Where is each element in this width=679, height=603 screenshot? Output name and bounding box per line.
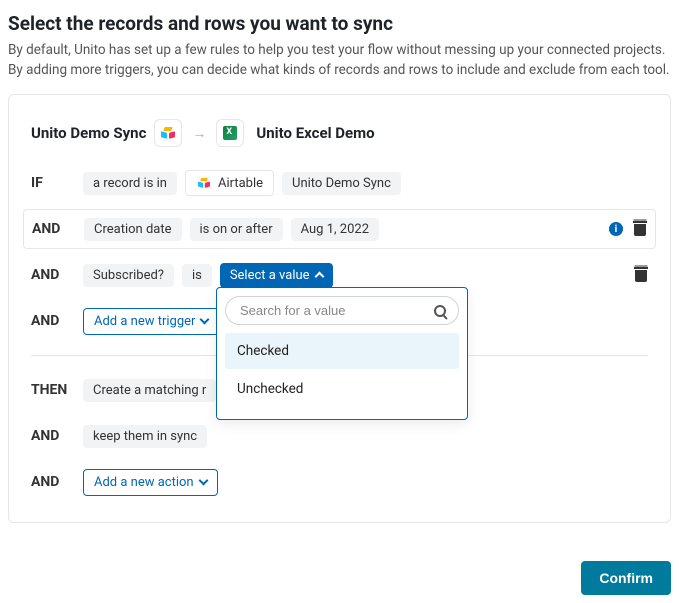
rules-card: Unito Demo Sync → Unito Excel Demo IF a … <box>8 94 671 523</box>
excel-icon <box>216 119 244 147</box>
flow-header: Unito Demo Sync → Unito Excel Demo <box>31 113 648 153</box>
chevron-up-icon <box>314 272 324 282</box>
add-action-label: Add a new action <box>94 475 194 490</box>
trigger-row-creation-date: AND Creation date is on or after Aug 1, … <box>23 209 656 249</box>
search-icon <box>434 305 446 317</box>
chip-tool-label: Airtable <box>218 176 263 191</box>
action-row-sync: AND keep them in sync <box>31 416 648 456</box>
chip-field-subscribed[interactable]: Subscribed? <box>83 264 174 287</box>
chip-record-in[interactable]: a record is in <box>83 172 177 195</box>
chip-field-creation-date[interactable]: Creation date <box>84 218 182 241</box>
option-unchecked[interactable]: Unchecked <box>225 371 459 407</box>
chip-comparator-is[interactable]: is <box>182 264 212 287</box>
footer: Confirm <box>8 561 671 595</box>
trash-icon[interactable] <box>633 221 647 237</box>
add-action-button[interactable]: Add a new action <box>83 469 218 496</box>
trigger-row-if: IF a record is in Airtable Unito Demo Sy… <box>31 163 648 203</box>
airtable-icon <box>197 176 211 190</box>
page-subtitle: By default, Unito has set up a few rules… <box>8 41 671 80</box>
op-and: AND <box>31 267 75 283</box>
op-and: AND <box>32 221 76 237</box>
flow-dest-name: Unito Excel Demo <box>256 124 374 142</box>
op-and: AND <box>31 474 75 490</box>
chip-action-sync[interactable]: keep them in sync <box>83 425 207 448</box>
trash-icon[interactable] <box>634 267 648 283</box>
op-then: THEN <box>31 382 75 398</box>
op-and: AND <box>31 313 75 329</box>
op-if: IF <box>31 175 75 191</box>
search-input[interactable] <box>238 302 434 319</box>
add-trigger-label: Add a new trigger <box>94 314 195 329</box>
chip-tool[interactable]: Airtable <box>185 170 274 196</box>
chip-value-date[interactable]: Aug 1, 2022 <box>291 218 379 241</box>
chevron-down-icon <box>200 315 210 325</box>
select-value-button[interactable]: Select a value <box>220 263 333 288</box>
op-and: AND <box>31 428 75 444</box>
chip-container[interactable]: Unito Demo Sync <box>282 172 401 195</box>
arrow-icon: → <box>190 125 208 142</box>
option-checked[interactable]: Checked <box>225 333 459 369</box>
chip-comparator-on-after[interactable]: is on or after <box>190 218 283 241</box>
search-box[interactable] <box>225 296 459 325</box>
value-dropdown: Checked Unchecked <box>216 287 468 420</box>
flow-source-name: Unito Demo Sync <box>31 124 146 142</box>
select-value-label: Select a value <box>230 268 310 283</box>
action-row-add: AND Add a new action <box>31 462 648 502</box>
airtable-icon <box>154 119 182 147</box>
page-title: Select the records and rows you want to … <box>8 12 671 35</box>
trigger-row-add: AND Add a new trigger Checked Unchecked <box>31 301 648 341</box>
add-trigger-button[interactable]: Add a new trigger <box>83 308 219 335</box>
confirm-button[interactable]: Confirm <box>581 561 671 595</box>
chevron-down-icon <box>198 476 208 486</box>
chip-action-create[interactable]: Create a matching r <box>83 379 216 402</box>
info-icon[interactable]: i <box>609 222 623 236</box>
